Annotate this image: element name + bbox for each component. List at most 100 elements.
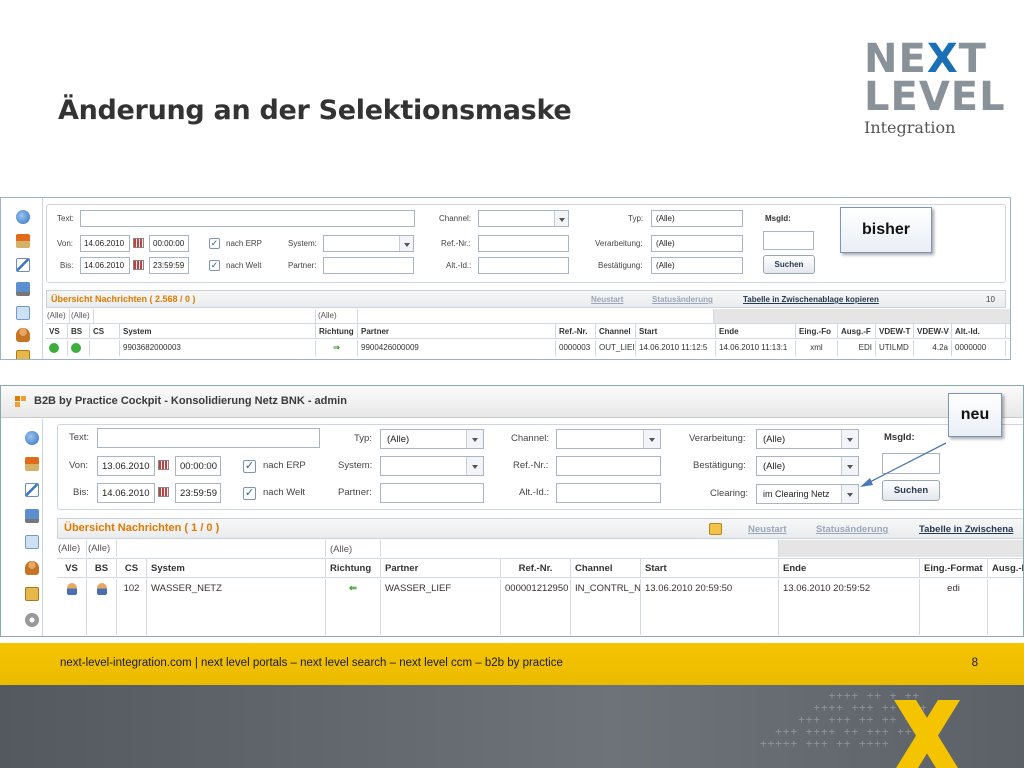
home-icon[interactable] <box>16 234 30 248</box>
refnr-input[interactable] <box>478 235 569 252</box>
clearing-select[interactable]: im Clearing Netz <box>756 484 859 504</box>
msgid-input[interactable] <box>763 231 814 250</box>
column-header[interactable]: System <box>120 324 316 338</box>
column-header[interactable]: BS <box>68 324 90 338</box>
statusaenderung-link[interactable]: Statusänderung <box>816 524 888 535</box>
column-header[interactable]: Richtung <box>316 324 358 338</box>
column-header[interactable]: Ausg.-F <box>838 324 876 338</box>
nach-erp-label: nach ERP <box>226 239 263 248</box>
user-icon[interactable] <box>25 561 39 575</box>
column-header[interactable]: CS <box>117 559 147 577</box>
calendar-icon[interactable] <box>158 487 169 497</box>
bestaetigung-select[interactable]: (Alle) <box>651 257 743 274</box>
monitor-icon[interactable] <box>25 509 39 523</box>
column-header[interactable]: VS <box>46 324 68 338</box>
column-header[interactable]: Ende <box>716 324 796 338</box>
filter-cell[interactable]: (Alle) <box>57 540 87 557</box>
nach-erp-checkbox[interactable]: ✓ <box>243 460 256 473</box>
bis-date-input[interactable]: 14.06.2010 <box>97 483 155 503</box>
copy-icon[interactable] <box>25 535 39 549</box>
column-header[interactable]: Ref.-Nr. <box>501 559 571 577</box>
altid-input[interactable] <box>556 483 661 503</box>
monitor-icon[interactable] <box>16 282 30 296</box>
refnr-input[interactable] <box>556 456 661 476</box>
column-header[interactable]: System <box>147 559 326 577</box>
column-header[interactable]: VS <box>57 559 87 577</box>
column-header[interactable]: Richtung <box>326 559 381 577</box>
column-header[interactable]: Partner <box>358 324 556 338</box>
search-button[interactable]: Suchen <box>763 255 815 274</box>
refresh-icon[interactable] <box>709 523 722 535</box>
nach-erp-checkbox[interactable]: ✓ <box>209 238 220 249</box>
column-header[interactable]: Start <box>636 324 716 338</box>
filter-cell[interactable] <box>358 309 714 323</box>
partner-input[interactable] <box>380 483 484 503</box>
copy-table-link[interactable]: Tabelle in Zwischena <box>919 524 1013 535</box>
column-header[interactable]: Ausg.-Forma <box>988 559 1023 577</box>
calendar-icon[interactable] <box>158 460 169 470</box>
filter-cell[interactable] <box>117 540 326 557</box>
calendar-icon[interactable] <box>133 260 144 270</box>
chart-icon[interactable] <box>16 258 30 272</box>
table-row[interactable]: 9903682000003 ⇒ 9900426000009 0000003 OU… <box>46 340 1010 356</box>
home-icon[interactable] <box>25 457 39 471</box>
nach-welt-checkbox[interactable]: ✓ <box>243 487 256 500</box>
column-header[interactable]: BS <box>87 559 117 577</box>
calendar-icon[interactable] <box>133 238 144 248</box>
text-input[interactable] <box>80 210 415 227</box>
column-header[interactable]: Channel <box>596 324 636 338</box>
filter-cell[interactable]: (Alle) <box>46 309 70 323</box>
verarbeitung-select[interactable]: (Alle) <box>756 429 859 449</box>
column-header[interactable]: CS <box>90 324 120 338</box>
copy-icon[interactable] <box>16 306 30 320</box>
nach-welt-checkbox[interactable]: ✓ <box>209 260 220 271</box>
neustart-link[interactable]: Neustart <box>591 295 623 304</box>
info-icon[interactable] <box>16 210 30 224</box>
column-header[interactable]: Start <box>641 559 779 577</box>
page-size[interactable]: 10 <box>986 295 995 304</box>
channel-select[interactable] <box>478 210 569 227</box>
altid-input[interactable] <box>478 257 569 274</box>
lock-icon[interactable] <box>16 350 30 359</box>
bis-date-input[interactable]: 14.06.2010 <box>80 257 130 274</box>
von-date-input[interactable]: 13.06.2010 <box>97 456 155 476</box>
statusaenderung-link[interactable]: Statusänderung <box>652 295 713 304</box>
filter-cell[interactable]: (Alle) <box>87 540 117 557</box>
typ-select[interactable]: (Alle) <box>651 210 743 227</box>
filter-cell[interactable]: (Alle) <box>326 540 381 557</box>
lock-icon[interactable] <box>25 587 39 601</box>
text-input[interactable] <box>97 428 320 448</box>
column-header[interactable]: VDEW-T <box>876 324 914 338</box>
neustart-link[interactable]: Neustart <box>748 524 787 535</box>
system-select[interactable] <box>323 235 414 252</box>
von-date-input[interactable]: 14.06.2010 <box>80 235 130 252</box>
column-header[interactable]: Eing.-Format <box>920 559 988 577</box>
von-time-input[interactable]: 00:00:00 <box>175 456 221 476</box>
column-header[interactable]: Alt.-Id. <box>952 324 1006 338</box>
von-time-input[interactable]: 00:00:00 <box>149 235 189 252</box>
info-icon[interactable] <box>25 431 39 445</box>
bestaetigung-select[interactable]: (Alle) <box>756 456 859 476</box>
partner-input[interactable] <box>323 257 414 274</box>
filter-cell[interactable] <box>94 309 316 323</box>
column-header[interactable]: Channel <box>571 559 641 577</box>
gear-icon[interactable] <box>25 613 39 627</box>
bis-time-input[interactable]: 23:59:59 <box>149 257 189 274</box>
column-header[interactable]: Eing.-Fo <box>796 324 838 338</box>
verarbeitung-select[interactable]: (Alle) <box>651 235 743 252</box>
user-icon[interactable] <box>16 328 30 342</box>
table-row[interactable]: 102 WASSER_NETZ ⇐ WASSER_LIEF 0000012129… <box>57 579 1023 635</box>
filter-cell[interactable]: (Alle) <box>316 309 358 323</box>
chart-icon[interactable] <box>25 483 39 497</box>
column-header[interactable]: Ref.-Nr. <box>556 324 596 338</box>
channel-select[interactable] <box>556 429 661 449</box>
filter-cell[interactable] <box>381 540 779 557</box>
system-select[interactable] <box>380 456 484 476</box>
bis-time-input[interactable]: 23:59:59 <box>175 483 221 503</box>
column-header[interactable]: VDEW-V <box>914 324 952 338</box>
column-header[interactable]: Partner <box>381 559 501 577</box>
filter-cell[interactable]: (Alle) <box>70 309 94 323</box>
typ-select[interactable]: (Alle) <box>380 429 484 449</box>
column-header[interactable]: Ende <box>779 559 920 577</box>
copy-table-link[interactable]: Tabelle in Zwischenablage kopieren <box>743 295 879 304</box>
